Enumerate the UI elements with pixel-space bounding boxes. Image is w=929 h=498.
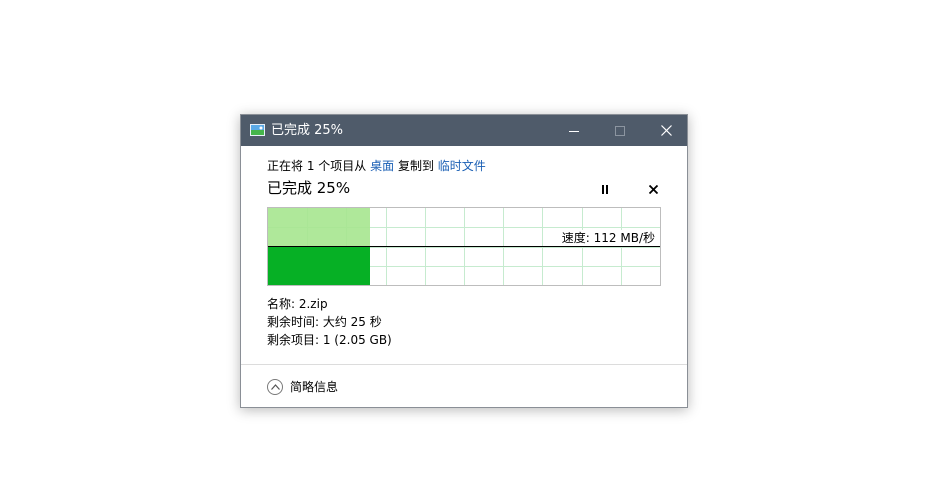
pause-icon [602,184,608,194]
cancel-button[interactable] [645,181,661,197]
maximize-icon [615,125,625,136]
footer-divider [241,364,687,365]
operation-description: 正在将 1 个项目从 桌面 复制到 临时文件 [267,158,486,174]
progress-fill-upper [268,208,370,246]
copy-progress-dialog: 已完成 25% 正在将 1 个项目从 桌面 复制到 临时文件 已完成 25% 速… [240,114,688,408]
maximize-button [597,115,643,146]
progress-heading: 已完成 25% [267,179,351,197]
chevron-up-icon [267,379,283,395]
speed-graph-canvas [268,208,660,285]
progress-fill-lower [268,246,370,285]
speed-label: 速度: 112 MB/秒 [560,230,656,246]
minimize-icon [569,130,579,132]
time-remaining: 剩余时间: 大约 25 秒 [267,315,382,329]
fewer-details-label: 简略信息 [290,380,339,394]
transfer-speed-graph: 速度: 112 MB/秒 [267,207,661,286]
close-button[interactable] [643,115,689,146]
items-remaining: 剩余项目: 1 (2.05 GB) [267,333,392,347]
file-name: 名称: 2.zip [267,297,328,311]
pause-button[interactable] [597,181,613,197]
operation-middle: 复制到 [397,159,434,173]
title-bar[interactable]: 已完成 25% [241,115,687,146]
window-title: 已完成 25% [271,123,344,138]
destination-link[interactable]: 临时文件 [438,159,486,173]
operation-prefix: 正在将 1 个项目从 [267,159,367,173]
minimize-button[interactable] [551,115,597,146]
fewer-details-toggle[interactable]: 简略信息 [267,377,338,397]
close-icon [660,125,672,136]
source-link[interactable]: 桌面 [370,159,394,173]
cancel-icon [648,184,658,194]
file-copy-icon [250,124,265,136]
